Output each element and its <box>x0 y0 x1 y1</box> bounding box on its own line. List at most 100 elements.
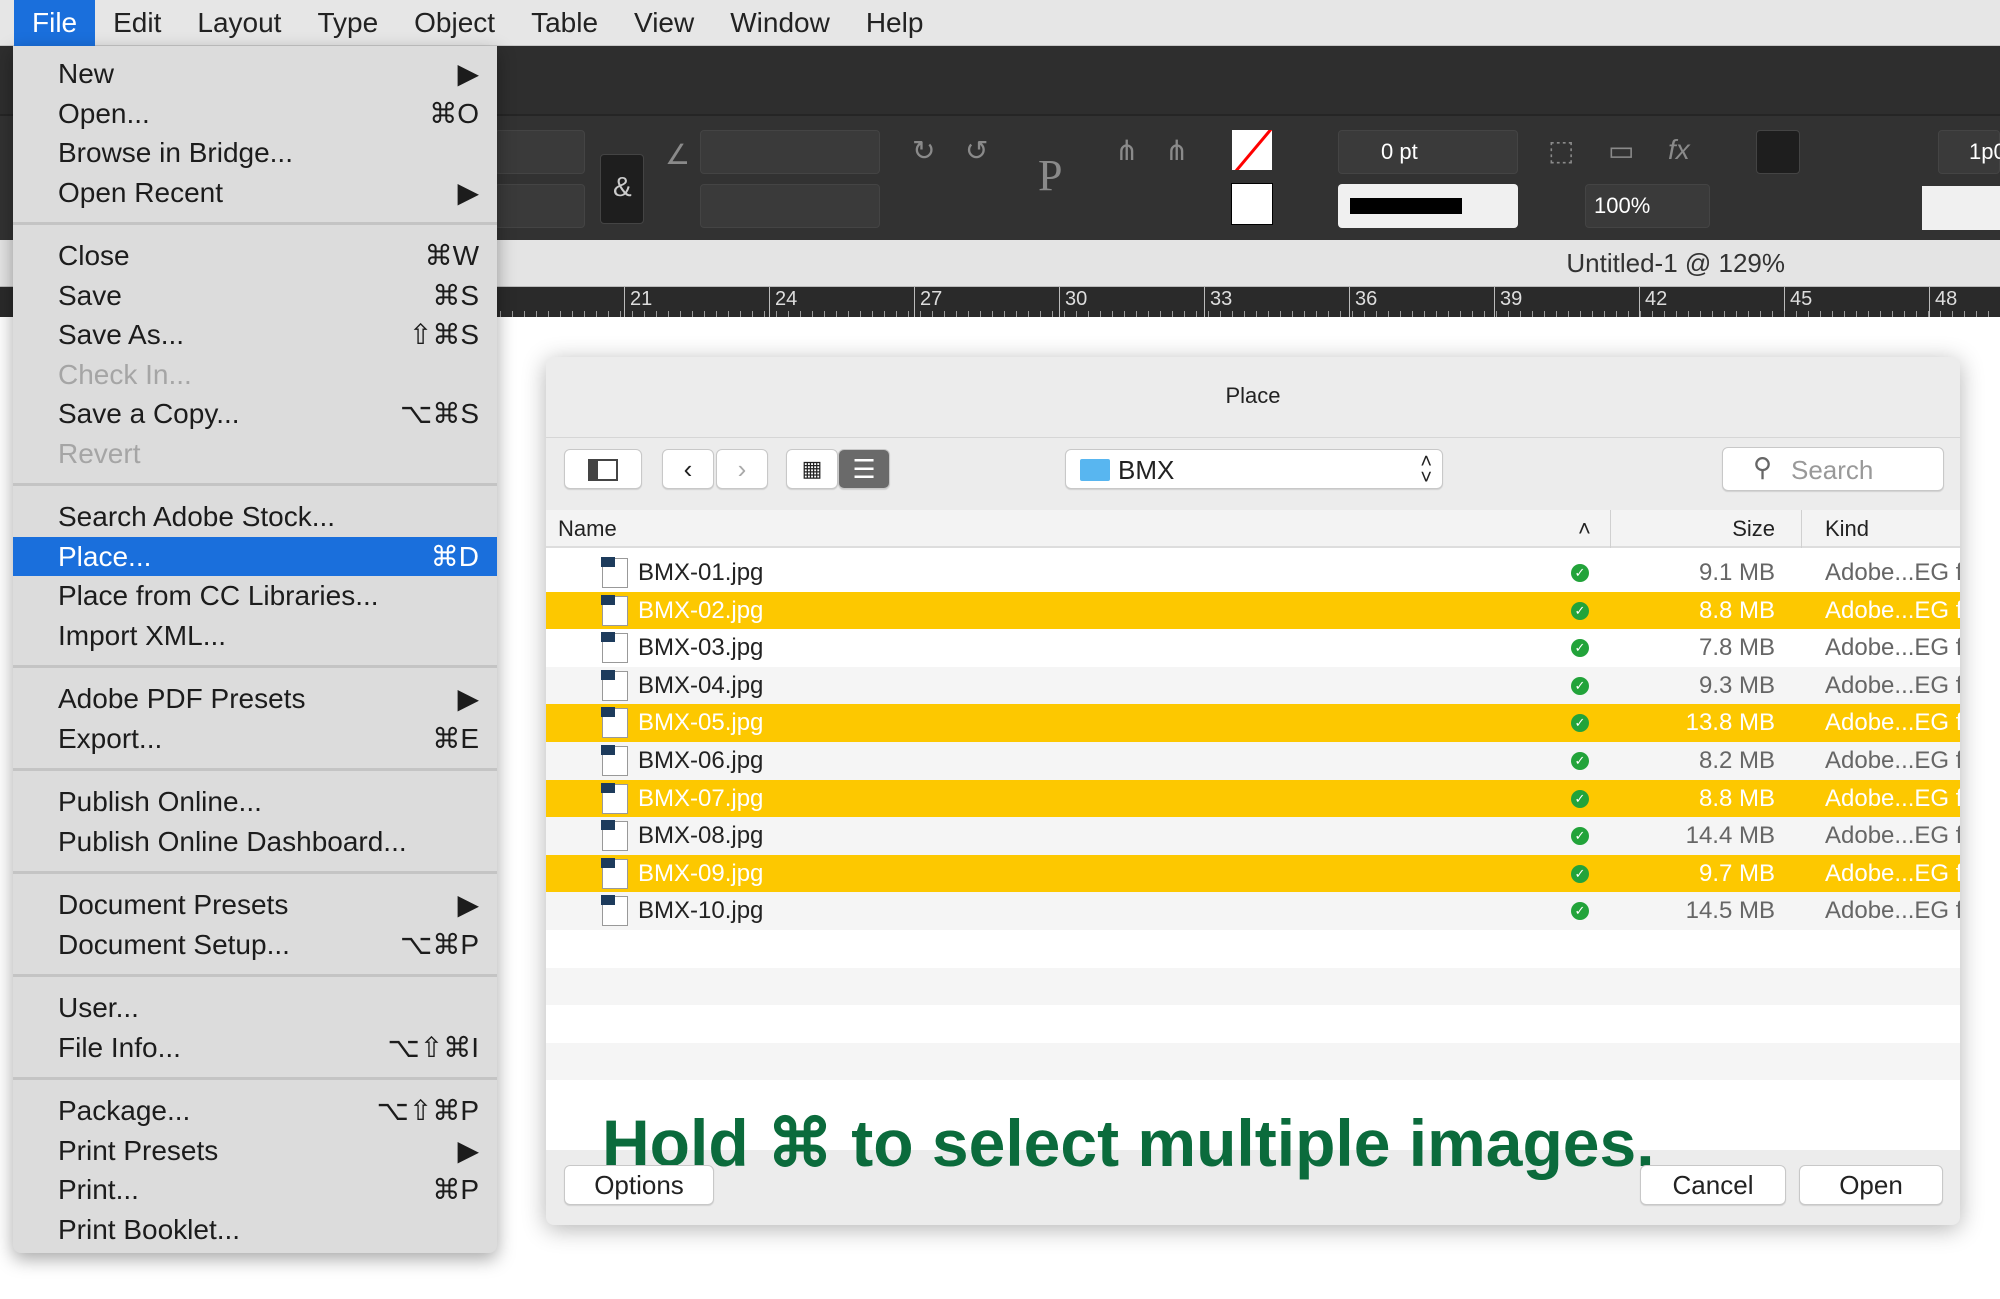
text-wrap-icon[interactable] <box>1756 130 1800 174</box>
column-size[interactable]: Size <box>1732 516 1775 542</box>
menu-item-export[interactable]: Export... ⌘E <box>13 719 497 759</box>
menu-item-search-adobe-stock[interactable]: Search Adobe Stock... <box>13 497 497 537</box>
menu-item-close[interactable]: Close ⌘W <box>13 236 497 276</box>
menu-item-user[interactable]: User... <box>13 988 497 1028</box>
menu-item-save-as[interactable]: Save As... ⇧⌘S <box>13 315 497 355</box>
menu-separator <box>13 758 497 782</box>
menu-item-adobe-pdf-presets[interactable]: Adobe PDF Presets ▶ <box>13 679 497 719</box>
rotate-ccw-icon[interactable]: ↺ <box>965 134 988 167</box>
search-input[interactable]: ⚲ Search <box>1722 447 1944 491</box>
select-prev-icon[interactable]: ⋔ <box>1165 134 1188 167</box>
menu-item-place[interactable]: Place... ⌘D <box>13 536 497 576</box>
y-field[interactable] <box>495 184 585 228</box>
menu-window[interactable]: Window <box>712 0 848 46</box>
shear-field[interactable] <box>700 184 880 228</box>
shortcut: ⌥⌘S <box>400 398 479 429</box>
menu-object[interactable]: Object <box>396 0 513 46</box>
file-row[interactable]: BMX-06.jpg ✓ 8.2 MB Adobe...EG file <box>546 742 1960 780</box>
menu-table[interactable]: Table <box>513 0 616 46</box>
menu-help[interactable]: Help <box>848 0 942 46</box>
stroke-style-preview[interactable] <box>1922 186 2000 230</box>
menu-item-print-booklet[interactable]: Print Booklet... <box>13 1210 497 1250</box>
constrain-link-icon[interactable]: & <box>600 154 644 224</box>
menu-item-label: Open... <box>58 97 150 129</box>
icon-view-button[interactable]: ▦ <box>786 449 838 489</box>
open-button[interactable]: Open <box>1799 1165 1943 1205</box>
menu-item-import-xml[interactable]: Import XML... <box>13 616 497 656</box>
menu-item-new[interactable]: New ▶ <box>13 54 497 94</box>
frame-icon[interactable]: ⬚ <box>1548 134 1574 167</box>
stroke-swatch[interactable] <box>1231 183 1273 225</box>
file-name: BMX-09.jpg <box>638 859 764 887</box>
file-row[interactable]: BMX-08.jpg ✓ 14.4 MB Adobe...EG file <box>546 817 1960 855</box>
menu-item-label: Revert <box>58 437 141 469</box>
stroke-weight-field[interactable]: 0 pt <box>1338 130 1518 174</box>
cancel-button[interactable]: Cancel <box>1640 1165 1786 1205</box>
file-name: BMX-02.jpg <box>638 596 764 624</box>
folder-select[interactable]: BMX ˄ ˅ <box>1065 449 1443 489</box>
menu-item-label: Save a Copy... <box>58 398 240 429</box>
x-field[interactable] <box>495 130 585 174</box>
ruler-tick: 42 <box>1639 287 1667 317</box>
fx-icon[interactable]: fx <box>1668 134 1690 166</box>
file-row[interactable]: BMX-05.jpg ✓ 13.8 MB Adobe...EG file <box>546 704 1960 742</box>
menu-edit[interactable]: Edit <box>95 0 179 46</box>
menu-item-publish-online-dashboard[interactable]: Publish Online Dashboard... <box>13 822 497 862</box>
shortcut: ⌘S <box>432 279 479 311</box>
menu-item-place-from-cc-libraries[interactable]: Place from CC Libraries... <box>13 576 497 616</box>
column-kind[interactable]: Kind <box>1825 516 1869 542</box>
shadow-icon[interactable]: ▭ <box>1608 134 1634 167</box>
menu-item-save[interactable]: Save ⌘S <box>13 276 497 316</box>
ruler-tick: 24 <box>769 287 797 317</box>
check-circle-icon: ✓ <box>1571 714 1589 733</box>
sort-ascending-icon[interactable]: ˄ <box>1578 516 1591 542</box>
list-view-button[interactable]: ☰ <box>838 449 890 489</box>
menu-item-open[interactable]: Open... ⌘O <box>13 94 497 134</box>
menu-item-print[interactable]: Print... ⌘P <box>13 1170 497 1210</box>
menu-type[interactable]: Type <box>299 0 396 46</box>
file-row[interactable]: BMX-07.jpg ✓ 8.8 MB Adobe...EG file <box>546 779 1960 818</box>
opacity-field[interactable]: 100% <box>1585 184 1710 228</box>
menu-item-file-info[interactable]: File Info... ⌥⇧⌘I <box>13 1028 497 1068</box>
stroke-type-select[interactable] <box>1338 184 1518 228</box>
reference-field[interactable]: 1p0 <box>1938 130 2000 174</box>
submenu-arrow-icon: ▶ <box>457 889 479 920</box>
menu-item-browse-in-bridge[interactable]: Browse in Bridge... <box>13 133 497 173</box>
menu-item-label: Print Booklet... <box>58 1213 241 1245</box>
check-circle-icon: ✓ <box>1571 639 1589 658</box>
rotate-cw-icon[interactable]: ↻ <box>912 134 935 167</box>
options-button[interactable]: Options <box>564 1165 714 1205</box>
select-container-icon[interactable]: ⋔ <box>1115 134 1138 167</box>
rotate-field[interactable] <box>700 130 880 174</box>
file-row[interactable]: BMX-10.jpg ✓ 14.5 MB Adobe...EG file <box>546 892 1960 930</box>
shortcut: ⌥⌘P <box>400 928 479 960</box>
file-row[interactable]: BMX-04.jpg ✓ 9.3 MB Adobe...EG file <box>546 666 1960 705</box>
menu-item-open-recent[interactable]: Open Recent ▶ <box>13 173 497 213</box>
column-name[interactable]: Name <box>558 516 617 542</box>
menu-layout[interactable]: Layout <box>179 0 299 46</box>
hint-text: Hold ⌘ to select multiple images. <box>602 1106 1655 1180</box>
menu-item-save-a-copy[interactable]: Save a Copy... ⌥⌘S <box>13 394 497 434</box>
file-row[interactable]: BMX-01.jpg ✓ 9.1 MB Adobe...EG file <box>546 554 1960 592</box>
menu-file[interactable]: File <box>14 0 96 46</box>
menu-item-label: Browse in Bridge... <box>58 137 293 168</box>
sidebar-toggle-button[interactable] <box>564 449 642 489</box>
menu-separator <box>13 861 497 885</box>
menu-item-document-setup[interactable]: Document Setup... ⌥⌘P <box>13 925 497 965</box>
menu-item-publish-online[interactable]: Publish Online... <box>13 782 497 822</box>
menu-bar: File Edit Layout Type Object Table View Window H… <box>0 0 2000 46</box>
fill-swatch[interactable] <box>1232 130 1272 170</box>
menu-item-document-presets[interactable]: Document Presets ▶ <box>13 885 497 925</box>
file-row[interactable]: BMX-02.jpg ✓ 8.8 MB Adobe...EG file <box>546 591 1960 630</box>
menu-view[interactable]: View <box>616 0 712 46</box>
submenu-arrow-icon: ▶ <box>457 58 479 89</box>
forward-button[interactable]: › <box>716 449 768 489</box>
menu-item-label: Document Setup... <box>58 928 290 960</box>
menu-item-package[interactable]: Package... ⌥⇧⌘P <box>13 1091 497 1131</box>
menu-item-print-presets[interactable]: Print Presets ▶ <box>13 1131 497 1171</box>
back-button[interactable]: ‹ <box>662 449 714 489</box>
file-list[interactable]: Name ˄ Size Kind BMX-01.jpg ✓ 9.1 MB Adobe.… <box>546 510 1960 1180</box>
file-row[interactable]: BMX-03.jpg ✓ 7.8 MB Adobe...EG file <box>546 629 1960 667</box>
file-name: BMX-03.jpg <box>638 634 764 662</box>
file-row[interactable]: BMX-09.jpg ✓ 9.7 MB Adobe...EG file <box>546 854 1960 893</box>
